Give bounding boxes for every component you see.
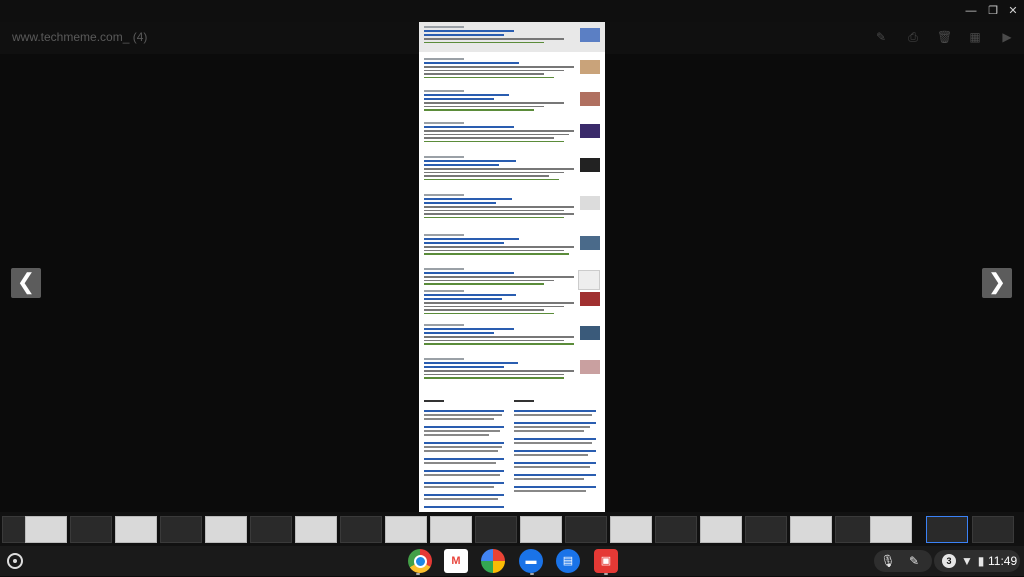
thumbnail[interactable] (25, 516, 67, 543)
list-item (424, 194, 600, 218)
launcher-button[interactable] (7, 553, 23, 569)
next-button[interactable]: ❯ (982, 268, 1012, 298)
thumbnail[interactable] (475, 516, 517, 543)
thumbnail[interactable] (610, 516, 652, 543)
list-item (424, 156, 600, 180)
document-title: www.techmeme.com_ (4) (12, 30, 148, 44)
photos-icon[interactable] (481, 549, 505, 573)
shelf: M ▬ ▤ ▣ 🎙 ✎ 3 ▼ ▮ 11:49 (0, 546, 1024, 576)
previous-button[interactable]: ❮ (11, 268, 41, 298)
thumbnail[interactable] (655, 516, 697, 543)
list-item (424, 58, 600, 78)
stylus-icon[interactable]: ✎ (906, 553, 922, 569)
thumbnail[interactable] (385, 516, 427, 543)
thumbnail[interactable] (565, 516, 607, 543)
close-icon[interactable]: ✕ (1006, 4, 1020, 18)
document-page[interactable] (419, 22, 605, 516)
list-item (424, 26, 600, 43)
list-item (424, 122, 600, 142)
window-titlebar: — ❐ ✕ (0, 0, 1024, 22)
files-icon[interactable]: ▬ (519, 549, 543, 573)
thumbnail[interactable] (115, 516, 157, 543)
list-item (424, 358, 600, 379)
thumbnail[interactable] (205, 516, 247, 543)
chrome-icon[interactable] (408, 549, 432, 573)
thumbnail[interactable] (70, 516, 112, 543)
messages-icon[interactable]: ▤ (556, 549, 580, 573)
clock: 11:49 (988, 554, 1018, 568)
list-item (424, 234, 600, 255)
restore-icon[interactable]: ❐ (986, 4, 1000, 18)
notification-badge[interactable]: 3 (942, 554, 956, 568)
edit-icon[interactable]: ✎ (874, 30, 888, 44)
chevron-left-icon: ❮ (16, 269, 36, 294)
thumbnail[interactable] (745, 516, 787, 543)
thumbnail[interactable] (295, 516, 337, 543)
thumbnail[interactable] (340, 516, 382, 543)
microphone-icon[interactable]: 🎙 (880, 553, 896, 569)
thumbnail[interactable] (520, 516, 562, 543)
slideshow-icon[interactable]: ▶ (1000, 30, 1014, 44)
list-item (424, 290, 600, 314)
thumbnail[interactable] (430, 516, 472, 543)
thumbnail[interactable] (700, 516, 742, 543)
thumbnail-strip (0, 512, 1024, 546)
thumbnail-selected[interactable] (926, 516, 968, 543)
thumbnail[interactable] (250, 516, 292, 543)
running-indicator (416, 573, 420, 575)
battery-icon: ▮ (977, 554, 985, 568)
thumbnail[interactable] (790, 516, 832, 543)
print-icon[interactable]: ⎙ (906, 30, 920, 44)
running-indicator (604, 573, 608, 575)
list-item (424, 90, 600, 111)
gmail-icon[interactable]: M (444, 549, 468, 573)
list-item (424, 268, 600, 290)
running-indicator (530, 573, 534, 575)
chevron-right-icon: ❯ (987, 269, 1007, 294)
thumbnail[interactable] (972, 516, 1014, 543)
gallery-icon[interactable]: ▣ (594, 549, 618, 573)
minimize-icon[interactable]: — (964, 4, 978, 18)
delete-icon[interactable]: 🗑 (937, 30, 952, 44)
thumbnail[interactable] (160, 516, 202, 543)
list-item (424, 324, 600, 345)
thumbnail[interactable] (870, 516, 912, 543)
grid-icon[interactable]: ▦ (968, 30, 982, 44)
